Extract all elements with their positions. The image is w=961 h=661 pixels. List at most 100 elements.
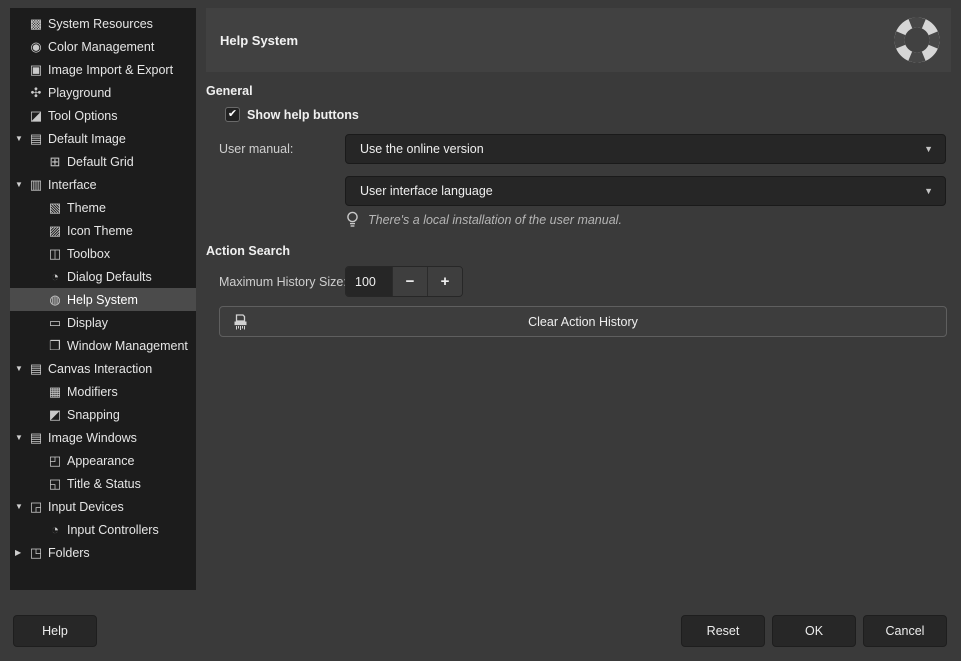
lifebuoy-icon: [893, 16, 941, 64]
manual-language-dropdown[interactable]: User interface language ▼: [345, 176, 946, 206]
sidebar-item-label: Input Devices: [45, 500, 124, 514]
snapping-icon: ◩: [46, 408, 64, 421]
chip-icon: ▩: [27, 17, 45, 30]
cancel-button[interactable]: Cancel: [863, 615, 947, 647]
sidebar-item-label: Snapping: [64, 408, 120, 422]
input-controllers-icon: ◔: [46, 523, 64, 536]
ok-button[interactable]: OK: [772, 615, 856, 647]
sidebar-item-label: System Resources: [45, 17, 153, 31]
shredder-icon: [231, 313, 250, 332]
manual-language-dropdown-value: User interface language: [360, 184, 924, 198]
history-size-input[interactable]: 100: [346, 267, 392, 296]
manual-note-row: There's a local installation of the user…: [346, 211, 622, 229]
sidebar-item-label: Modifiers: [64, 385, 118, 399]
sidebar-item-display[interactable]: ▭Display: [10, 311, 196, 334]
sidebar-item-dialog-defaults[interactable]: ◔Dialog Defaults: [10, 265, 196, 288]
chevron-down-icon: ▼: [924, 144, 933, 154]
sidebar-item-interface[interactable]: ▼▥Interface: [10, 173, 196, 196]
sidebar-item-input-devices[interactable]: ▼◲Input Devices: [10, 495, 196, 518]
sidebar-item-icon-theme[interactable]: ▨Icon Theme: [10, 219, 196, 242]
title-status-icon: ◱: [46, 477, 64, 490]
image-windows-icon: ▤: [27, 431, 45, 444]
user-manual-dropdown[interactable]: Use the online version ▼: [345, 134, 946, 164]
sidebar-item-image-import-export[interactable]: ▣Image Import & Export: [10, 58, 196, 81]
clear-action-history-button[interactable]: Clear Action History: [219, 306, 947, 337]
max-history-size-label: Maximum History Size:: [219, 275, 347, 289]
expander-down-icon[interactable]: ▼: [10, 180, 27, 189]
lightbulb-icon: [346, 211, 359, 229]
sidebar-item-window-management[interactable]: ❐Window Management: [10, 334, 196, 357]
sidebar-item-image-windows[interactable]: ▼▤Image Windows: [10, 426, 196, 449]
appearance-icon: ◰: [46, 454, 64, 467]
sidebar-item-label: Image Import & Export: [45, 63, 173, 77]
sidebar-item-appearance[interactable]: ◰Appearance: [10, 449, 196, 472]
sidebar-item-input-controllers[interactable]: ◔Input Controllers: [10, 518, 196, 541]
cancel-button-label: Cancel: [886, 624, 925, 638]
help-button-label: Help: [42, 624, 68, 638]
sidebar-item-label: Default Grid: [64, 155, 134, 169]
general-section-label: General: [206, 84, 253, 98]
action-search-section-label: Action Search: [206, 244, 290, 258]
sidebar-item-label: Folders: [45, 546, 90, 560]
sidebar-item-system-resources[interactable]: ▩System Resources: [10, 12, 196, 35]
sidebar-item-toolbox[interactable]: ◫Toolbox: [10, 242, 196, 265]
sidebar-item-help-system[interactable]: ◍Help System: [10, 288, 196, 311]
decrement-button[interactable]: −: [392, 267, 427, 296]
chevron-down-icon: ▼: [924, 186, 933, 196]
show-help-buttons-label: Show help buttons: [240, 108, 359, 122]
sidebar-item-label: Image Windows: [45, 431, 137, 445]
expander-right-icon[interactable]: ▶: [10, 548, 27, 557]
sidebar-item-label: Title & Status: [64, 477, 141, 491]
interface-icon: ▥: [27, 178, 45, 191]
expander-down-icon[interactable]: ▼: [10, 364, 27, 373]
sidebar-item-label: Window Management: [64, 339, 188, 353]
sidebar-item-label: Input Controllers: [64, 523, 159, 537]
sidebar-item-label: Canvas Interaction: [45, 362, 152, 376]
sidebar-item-tool-options[interactable]: ◪Tool Options: [10, 104, 196, 127]
user-manual-dropdown-value: Use the online version: [360, 142, 924, 156]
manual-note-text: There's a local installation of the user…: [359, 213, 622, 227]
window-management-icon: ❐: [46, 339, 64, 352]
increment-button[interactable]: +: [427, 267, 462, 296]
sidebar-item-label: Icon Theme: [64, 224, 133, 238]
modifiers-icon: ▦: [46, 385, 64, 398]
sidebar-item-label: Theme: [64, 201, 106, 215]
clear-action-history-label: Clear Action History: [220, 315, 946, 329]
sidebar-item-label: Display: [64, 316, 108, 330]
sidebar-item-label: Appearance: [64, 454, 134, 468]
display-icon: ▭: [46, 316, 64, 329]
user-manual-label: User manual:: [219, 142, 293, 156]
sidebar-item-modifiers[interactable]: ▦Modifiers: [10, 380, 196, 403]
color-circles-icon: ◉: [27, 40, 45, 53]
show-help-buttons-checkbox[interactable]: ✔: [225, 107, 240, 122]
sidebar-item-label: Interface: [45, 178, 97, 192]
sidebar-item-folders[interactable]: ▶◳Folders: [10, 541, 196, 564]
sidebar-item-label: Color Management: [45, 40, 154, 54]
reset-button[interactable]: Reset: [681, 615, 765, 647]
sidebar-item-color-management[interactable]: ◉Color Management: [10, 35, 196, 58]
help-button[interactable]: Help: [13, 615, 97, 647]
sidebar-item-title-status[interactable]: ◱Title & Status: [10, 472, 196, 495]
expander-down-icon[interactable]: ▼: [10, 433, 27, 442]
dialog-defaults-icon: ◔: [46, 270, 64, 283]
folders-icon: ◳: [27, 546, 45, 559]
sidebar-item-default-image[interactable]: ▼▤Default Image: [10, 127, 196, 150]
page-header: Help System: [206, 8, 951, 72]
input-devices-icon: ◲: [27, 500, 45, 513]
sidebar-item-label: Toolbox: [64, 247, 110, 261]
expander-down-icon[interactable]: ▼: [10, 134, 27, 143]
sidebar-item-label: Default Image: [45, 132, 126, 146]
sidebar-item-default-grid[interactable]: ⊞Default Grid: [10, 150, 196, 173]
show-help-buttons-row: ✔ Show help buttons: [225, 107, 359, 122]
sidebar-item-snapping[interactable]: ◩Snapping: [10, 403, 196, 426]
help-system-icon: ◍: [46, 293, 64, 306]
sidebar-item-canvas-interaction[interactable]: ▼▤Canvas Interaction: [10, 357, 196, 380]
history-size-stepper: 100 − +: [345, 266, 463, 297]
theme-icon: ▧: [46, 201, 64, 214]
grid-icon: ⊞: [46, 155, 64, 168]
expander-down-icon[interactable]: ▼: [10, 502, 27, 511]
sidebar-item-playground[interactable]: ✣Playground: [10, 81, 196, 104]
sidebar-item-label: Help System: [64, 293, 138, 307]
page-title: Help System: [206, 33, 298, 48]
sidebar-item-theme[interactable]: ▧Theme: [10, 196, 196, 219]
